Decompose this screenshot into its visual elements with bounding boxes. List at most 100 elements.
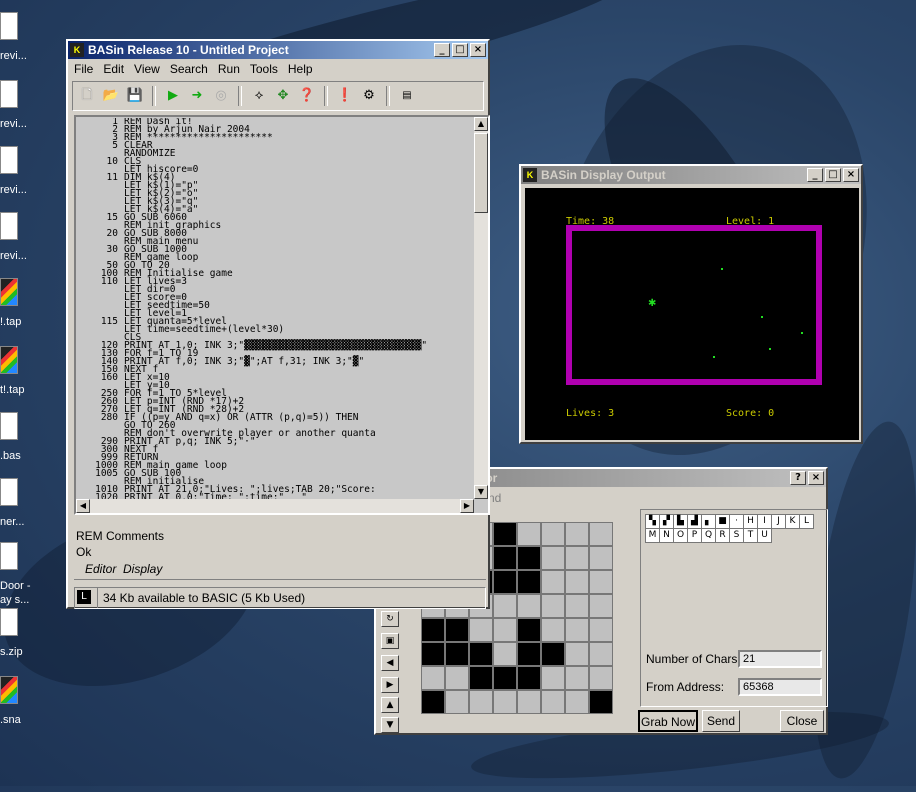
udg-pixel[interactable] — [589, 570, 613, 594]
num-chars-input[interactable]: 21 — [738, 650, 822, 668]
token-icon[interactable]: ▤ — [397, 86, 417, 106]
udg-pixel[interactable] — [565, 594, 589, 618]
run-icon[interactable]: ▶ — [163, 86, 183, 106]
shift-up-button[interactable]: ▲ — [381, 697, 399, 713]
flip-button[interactable]: ▣ — [381, 633, 399, 649]
udg-pixel[interactable] — [469, 642, 493, 666]
help-button[interactable]: ? — [790, 471, 806, 485]
desktop-icon[interactable]: ner... — [0, 478, 34, 536]
udg-pixel[interactable] — [517, 642, 541, 666]
udg-char-cell[interactable]: ▖ — [701, 514, 716, 529]
maximize-button[interactable]: □ — [825, 168, 841, 182]
scroll-right-icon[interactable]: ▶ — [460, 499, 474, 513]
udg-pixel[interactable] — [541, 618, 565, 642]
shift-left-button[interactable]: ◀ — [381, 655, 399, 671]
desktop-icon[interactable]: revi... — [0, 212, 34, 270]
shift-down-button[interactable]: ▼ — [381, 717, 399, 733]
udg-pixel[interactable] — [541, 666, 565, 690]
horizontal-scrollbar[interactable]: ◀ ▶ — [76, 499, 474, 513]
new-icon[interactable]: 🗋 — [77, 86, 97, 106]
desktop-icon[interactable]: revi... — [0, 12, 34, 70]
minimize-button[interactable]: _ — [807, 168, 823, 182]
udg-pixel[interactable] — [565, 570, 589, 594]
udg-char-cell[interactable]: H — [743, 514, 758, 529]
desktop-icon[interactable]: revi... — [0, 80, 34, 138]
udg-pixel[interactable] — [541, 570, 565, 594]
breakpoint-icon[interactable]: ❗ — [335, 86, 355, 106]
udg-pixel[interactable] — [589, 594, 613, 618]
menu-file[interactable]: File — [74, 62, 93, 76]
udg-pixel[interactable] — [565, 642, 589, 666]
maximize-button[interactable]: □ — [452, 43, 468, 57]
udg-pixel[interactable] — [445, 690, 469, 714]
udg-pixel[interactable] — [541, 546, 565, 570]
udg-pixel[interactable] — [541, 642, 565, 666]
udg-char-cell[interactable]: U — [757, 528, 772, 543]
display-output-titlebar[interactable]: K BASin Display Output _ □ × — [521, 166, 861, 184]
udg-char-cell[interactable]: ▟ — [687, 514, 702, 529]
udg-char-cell[interactable]: ▙ — [673, 514, 688, 529]
udg-pixel[interactable] — [493, 642, 517, 666]
scroll-thumb[interactable] — [474, 133, 488, 213]
scroll-up-icon[interactable]: ▲ — [474, 117, 488, 131]
udg-pixel[interactable] — [541, 594, 565, 618]
char-selector[interactable]: ▚ ▞ ▙ ▟ ▖ ■ · H I J K L MNOPQRSTU Number of Chars: … — [640, 509, 828, 707]
udg-pixel[interactable] — [517, 666, 541, 690]
udg-char-cell[interactable]: J — [771, 514, 786, 529]
shift-right-button[interactable]: ▶ — [381, 677, 399, 693]
menu-edit[interactable]: Edit — [103, 62, 124, 76]
udg-char-cell[interactable]: K — [785, 514, 800, 529]
save-icon[interactable]: 💾 — [125, 86, 145, 106]
display-output-window[interactable]: K BASin Display Output _ □ × Time: 38 Le… — [519, 164, 863, 444]
udg-pixel[interactable] — [589, 618, 613, 642]
udg-pixel[interactable] — [493, 570, 517, 594]
trace-icon[interactable]: ✥ — [273, 86, 293, 106]
continue-icon[interactable]: ➜ — [187, 86, 207, 106]
desktop-icon[interactable]: !.tap — [0, 278, 34, 336]
udg-pixel[interactable] — [589, 546, 613, 570]
udg-pixel[interactable] — [421, 642, 445, 666]
udg-pixel[interactable] — [421, 666, 445, 690]
udg-char-cell[interactable]: P — [687, 528, 702, 543]
udg-pixel[interactable] — [517, 618, 541, 642]
udg-pixel[interactable] — [565, 522, 589, 546]
menu-run[interactable]: Run — [218, 62, 240, 76]
udg-char-cell[interactable]: L — [799, 514, 814, 529]
udg-pixel[interactable] — [517, 594, 541, 618]
udg-char-cell[interactable]: T — [743, 528, 758, 543]
udg-pixel[interactable] — [517, 690, 541, 714]
udg-char-cell[interactable]: R — [715, 528, 730, 543]
rotate-button[interactable]: ↻ — [381, 611, 399, 627]
watch-icon[interactable]: ❓ — [297, 86, 317, 106]
udg-pixel[interactable] — [445, 642, 469, 666]
udg-pixel[interactable] — [493, 690, 517, 714]
close-button[interactable]: × — [843, 168, 859, 182]
scroll-down-icon[interactable]: ▼ — [474, 485, 488, 499]
open-icon[interactable]: 📂 — [101, 86, 121, 106]
udg-char-cell[interactable]: N — [659, 528, 674, 543]
debug-icon[interactable]: ⚙ — [359, 86, 379, 106]
vertical-scrollbar[interactable]: ▲ ▼ — [474, 117, 488, 499]
udg-pixel[interactable] — [565, 666, 589, 690]
desktop-icon[interactable]: .sna — [0, 676, 34, 734]
udg-pixel[interactable] — [541, 522, 565, 546]
udg-pixel[interactable] — [493, 546, 517, 570]
udg-pixel[interactable] — [421, 690, 445, 714]
udg-pixel[interactable] — [493, 594, 517, 618]
udg-pixel[interactable] — [565, 618, 589, 642]
udg-pixel[interactable] — [589, 666, 613, 690]
step-icon[interactable]: ⟡ — [249, 86, 269, 106]
desktop-icon[interactable]: revi... — [0, 146, 34, 204]
tab-display[interactable]: Display — [118, 562, 167, 578]
udg-pixel[interactable] — [589, 690, 613, 714]
udg-char-cell[interactable]: Q — [701, 528, 716, 543]
udg-char-cell[interactable]: ■ — [715, 514, 730, 529]
udg-pixel[interactable] — [565, 690, 589, 714]
udg-char-cell[interactable]: M — [645, 528, 660, 543]
menu-search[interactable]: Search — [170, 62, 208, 76]
desktop-icon[interactable]: .bas — [0, 412, 34, 470]
udg-char-cell[interactable]: ▚ — [645, 514, 660, 529]
udg-char-cell[interactable]: O — [673, 528, 688, 543]
udg-pixel[interactable] — [493, 618, 517, 642]
udg-pixel[interactable] — [589, 522, 613, 546]
